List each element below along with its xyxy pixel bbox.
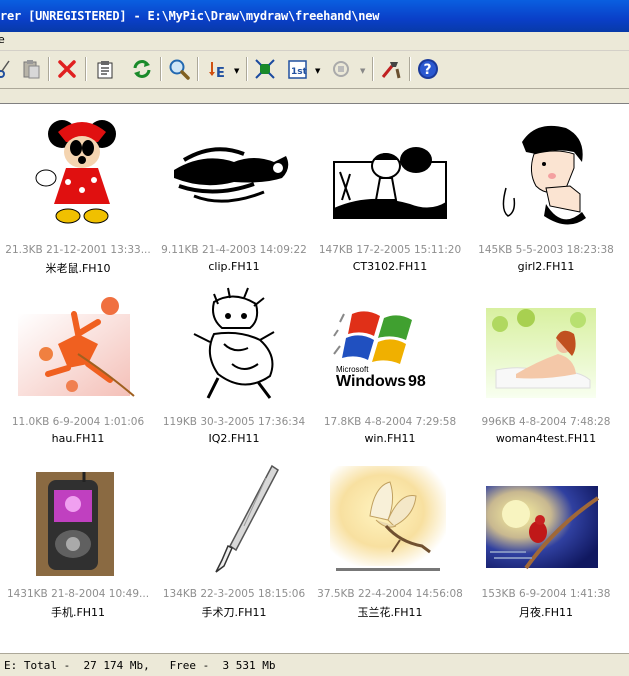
- first-label: 1st: [291, 67, 308, 77]
- file-item[interactable]: 9.11KB 21-4-2003 14:09:22 clip.FH11: [156, 104, 312, 284]
- file-name: CT3102.FH11: [352, 260, 428, 273]
- file-item[interactable]: 996KB 4-8-2004 7:48:28 woman4test.FH11: [468, 276, 624, 456]
- svg-text:E: E: [216, 66, 225, 80]
- file-thumbnail: [174, 456, 294, 576]
- file-thumbnail: [18, 284, 138, 404]
- toolbar-separator: [197, 57, 199, 81]
- disk-space-status: E: Total - 27 174 Mb, Free - 3 531 Mb: [4, 659, 276, 672]
- tools-button[interactable]: [377, 55, 405, 83]
- rotate-dropdown-arrow[interactable]: ▼: [360, 67, 365, 75]
- file-name: hau.FH11: [51, 432, 105, 445]
- toolbar-separator: [160, 57, 162, 81]
- sort-dropdown-arrow[interactable]: ▼: [234, 67, 239, 75]
- toolbar-separator: [48, 57, 50, 81]
- win-big-text: Windows: [336, 373, 406, 390]
- fit-icon: [255, 59, 275, 79]
- file-info: 1431KB 21-8-2004 10:49...: [6, 588, 150, 600]
- file-info: 996KB 4-8-2004 7:48:28: [481, 416, 611, 428]
- file-thumbnail: [18, 456, 138, 576]
- file-info: 37.5KB 22-4-2004 14:56:08: [317, 588, 463, 600]
- file-item[interactable]: 21.3KB 21-12-2001 13:33... 米老鼠.FH10: [0, 104, 156, 284]
- properties-icon: [97, 61, 113, 79]
- file-name: 手术刀.FH11: [201, 606, 267, 619]
- file-info: 153KB 6-9-2004 1:41:38: [481, 588, 611, 600]
- zoom-button[interactable]: [165, 55, 193, 83]
- file-info: 11.0KB 6-9-2004 1:01:06: [11, 416, 145, 428]
- toolbar: E ▼ 1st ▼ ▼ ?: [0, 51, 629, 89]
- status-bar: E: Total - 27 174 Mb, Free - 3 531 Mb: [0, 653, 629, 676]
- file-thumbnail: [330, 112, 450, 232]
- sort-button[interactable]: E: [203, 55, 231, 83]
- delete-icon: [58, 60, 76, 78]
- window-title: rer [UNREGISTERED] - E:\MyPic\Draw\mydra…: [0, 9, 380, 23]
- file-thumbnail: [486, 284, 606, 404]
- file-item[interactable]: 11.0KB 6-9-2004 1:01:06 hau.FH11: [0, 276, 156, 456]
- file-thumbnail: [174, 112, 294, 232]
- toolbar-separator: [246, 57, 248, 81]
- file-item[interactable]: 119KB 30-3-2005 17:36:34 IQ2.FH11: [156, 276, 312, 456]
- refresh-button[interactable]: [128, 55, 156, 83]
- toolbar-separator: [85, 57, 87, 81]
- file-info: 147KB 17-2-2005 15:11:20: [318, 244, 462, 256]
- file-item[interactable]: 1431KB 21-8-2004 10:49... 手机.FH11: [0, 448, 156, 628]
- file-name: clip.FH11: [208, 260, 260, 273]
- file-info: 145KB 5-5-2003 18:23:38: [478, 244, 614, 256]
- zoom-icon: [169, 59, 190, 80]
- help-icon: ?: [418, 59, 438, 79]
- win-number-text: 98: [408, 373, 426, 390]
- rotate-icon: [333, 61, 349, 77]
- file-item[interactable]: 153KB 6-9-2004 1:41:38 月夜.FH11: [468, 448, 624, 628]
- file-name: IQ2.FH11: [208, 432, 260, 445]
- file-thumbnail: Microsoft Windows 98: [330, 284, 450, 404]
- delete-button[interactable]: [53, 55, 81, 83]
- properties-button[interactable]: [91, 55, 119, 83]
- refresh-icon: [133, 60, 151, 78]
- title-bar: rer [UNREGISTERED] - E:\MyPic\Draw\mydra…: [0, 0, 629, 32]
- file-item[interactable]: 134KB 22-3-2005 18:15:06 手术刀.FH11: [156, 448, 312, 628]
- cut-button[interactable]: [0, 55, 18, 83]
- menu-bar: e: [0, 32, 629, 51]
- file-info: 21.3KB 21-12-2001 13:33...: [5, 244, 151, 256]
- file-info: 119KB 30-3-2005 17:36:34: [162, 416, 306, 428]
- rotate-button[interactable]: [327, 55, 355, 83]
- file-name: 玉兰花.FH11: [357, 606, 423, 619]
- cut-icon: [0, 60, 10, 78]
- file-info: 17.8KB 4-8-2004 7:29:58: [323, 416, 457, 428]
- file-item[interactable]: 147KB 17-2-2005 15:11:20 CT3102.FH11: [312, 104, 468, 284]
- fit-button[interactable]: [251, 55, 279, 83]
- address-strip: [0, 89, 629, 104]
- tools-icon: [381, 62, 401, 79]
- file-name: 手机.FH11: [50, 606, 106, 619]
- file-name: woman4test.FH11: [495, 432, 597, 445]
- thumbnail-view: 21.3KB 21-12-2001 13:33... 米老鼠.FH10 9.11…: [0, 104, 629, 652]
- file-thumbnail: [18, 112, 138, 232]
- file-item[interactable]: 145KB 5-5-2003 18:23:38 girl2.FH11: [468, 104, 624, 284]
- first-button[interactable]: 1st: [284, 55, 312, 83]
- file-thumbnail: [486, 456, 606, 576]
- file-name: girl2.FH11: [517, 260, 575, 273]
- paste-icon: [23, 60, 40, 79]
- first-icon: 1st: [288, 60, 308, 79]
- file-item[interactable]: 37.5KB 22-4-2004 14:56:08 玉兰花.FH11: [312, 448, 468, 628]
- first-dropdown-arrow[interactable]: ▼: [315, 67, 320, 75]
- file-thumbnail: [330, 456, 450, 576]
- file-name: win.FH11: [364, 432, 416, 445]
- file-name: 月夜.FH11: [518, 606, 574, 619]
- toolbar-separator: [409, 57, 411, 81]
- file-name: 米老鼠.FH10: [45, 262, 111, 275]
- file-item[interactable]: Microsoft Windows 98 17.8KB 4-8-2004 7:2…: [312, 276, 468, 456]
- help-button[interactable]: ?: [414, 55, 442, 83]
- file-thumbnail: [174, 284, 294, 404]
- sort-icon: E: [209, 62, 225, 80]
- help-label: ?: [424, 62, 432, 78]
- menu-item-partial[interactable]: e: [0, 33, 5, 46]
- file-info: 9.11KB 21-4-2003 14:09:22: [161, 244, 307, 256]
- toolbar-separator: [372, 57, 374, 81]
- file-thumbnail: [486, 112, 606, 232]
- file-info: 134KB 22-3-2005 18:15:06: [162, 588, 306, 600]
- paste-button[interactable]: [17, 55, 45, 83]
